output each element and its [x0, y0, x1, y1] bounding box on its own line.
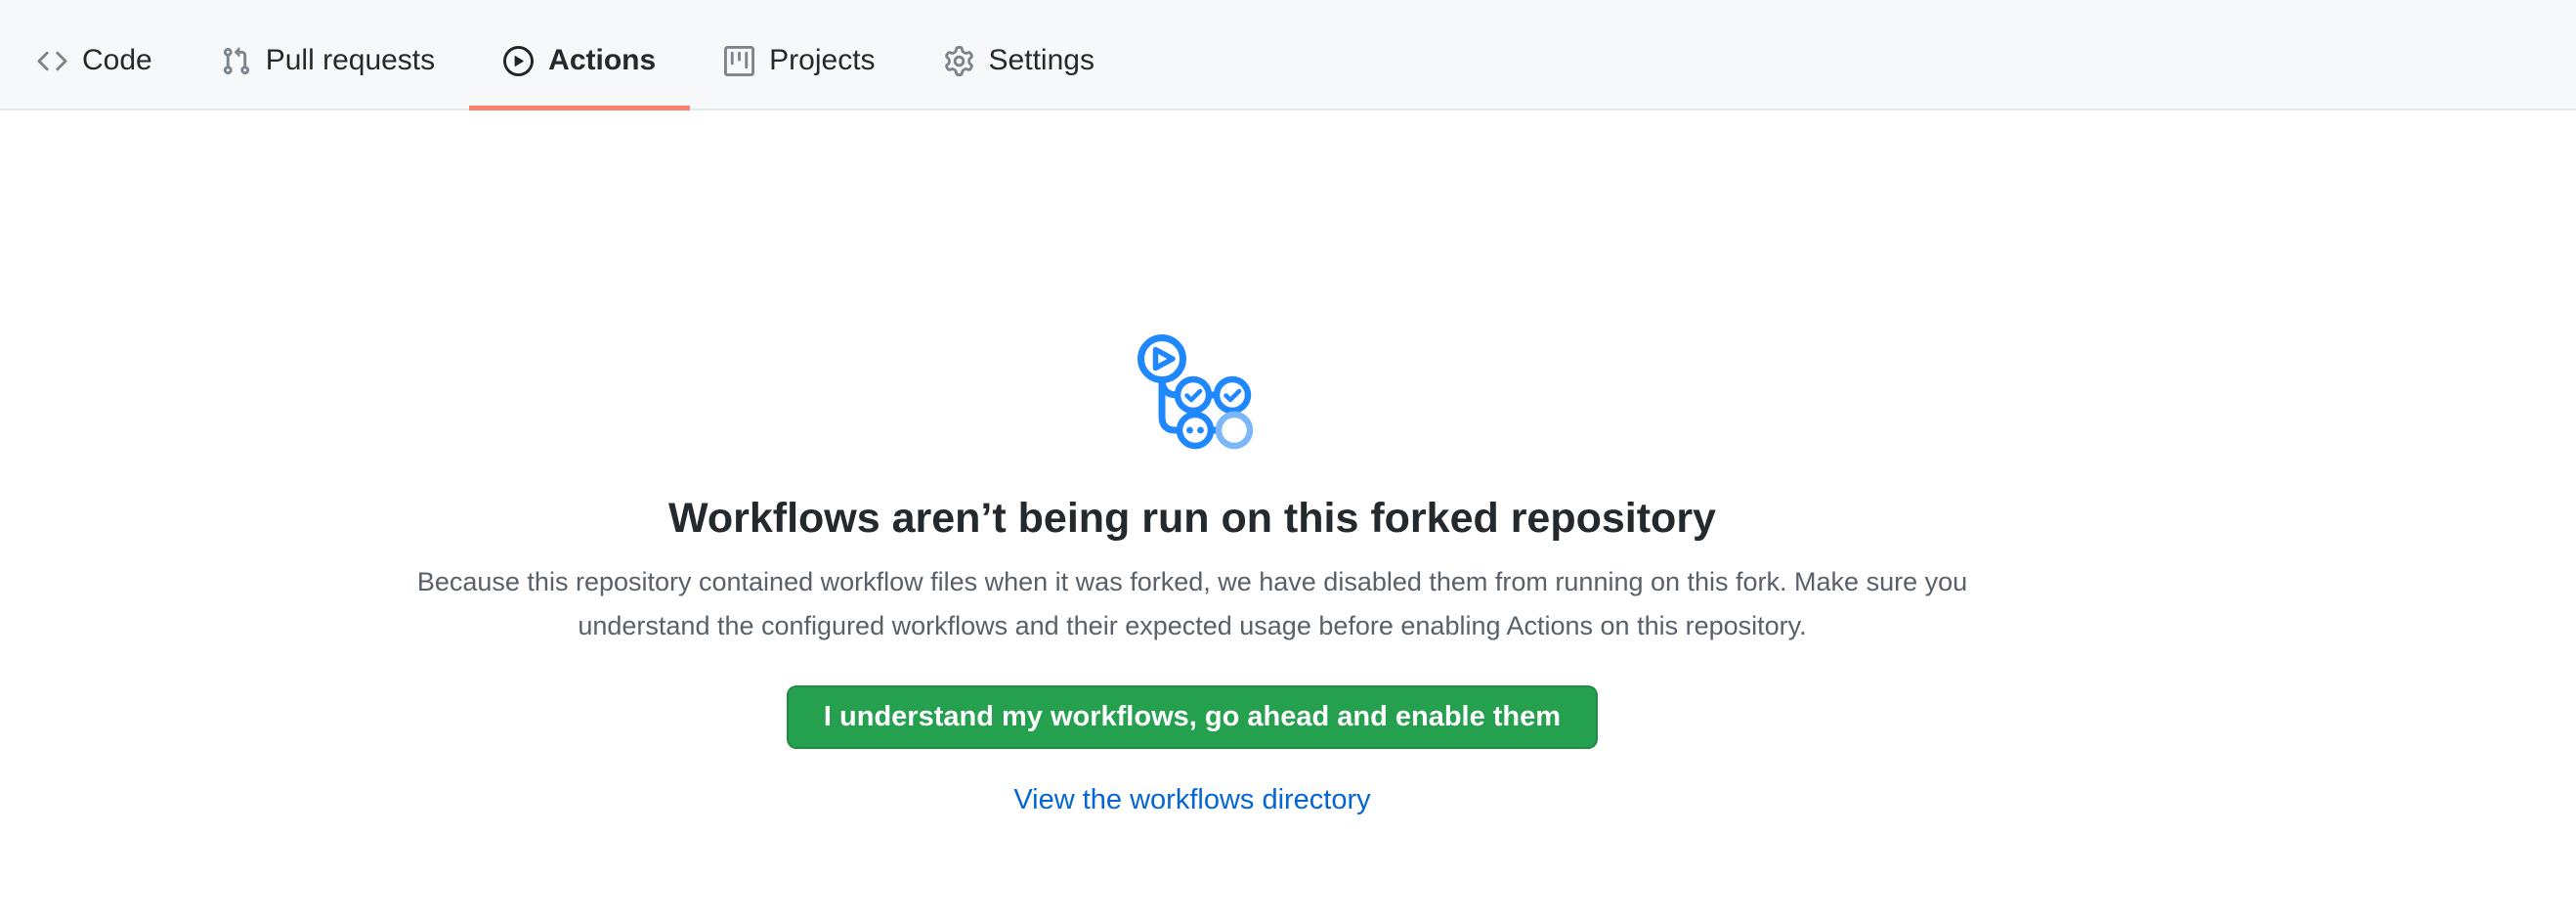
play-circle-icon: [503, 46, 534, 76]
tab-label: Actions: [548, 46, 656, 75]
tab-label: Settings: [989, 46, 1095, 75]
code-icon: [37, 46, 67, 76]
workflow-graph-icon: [1129, 330, 1256, 450]
tab-pull-requests[interactable]: Pull requests: [187, 0, 469, 110]
gear-icon: [944, 46, 974, 76]
tab-label: Projects: [769, 46, 875, 75]
tab-label: Code: [82, 46, 152, 75]
blankslate-description: Because this repository contained workfl…: [381, 560, 2003, 648]
tab-projects[interactable]: Projects: [690, 0, 909, 110]
tab-settings[interactable]: Settings: [910, 0, 1129, 110]
enable-workflows-button[interactable]: I understand my workflows, go ahead and …: [787, 685, 1598, 749]
tab-code[interactable]: Code: [3, 0, 187, 110]
project-board-icon: [724, 46, 754, 76]
actions-blankslate-page: Workflows aren’t being run on this forke…: [0, 330, 2576, 816]
tab-label: Pull requests: [266, 46, 435, 75]
tab-actions[interactable]: Actions: [469, 0, 690, 110]
git-pull-request-icon: [221, 46, 251, 76]
page-title: Workflows aren’t being run on this forke…: [362, 491, 2023, 546]
view-workflows-directory-link[interactable]: View the workflows directory: [1013, 784, 1370, 815]
repo-tab-bar: Code Pull requests Actions Projects Sett…: [0, 0, 2576, 110]
blankslate: Workflows aren’t being run on this forke…: [362, 330, 2023, 816]
link-row: View the workflows directory: [362, 784, 2023, 816]
